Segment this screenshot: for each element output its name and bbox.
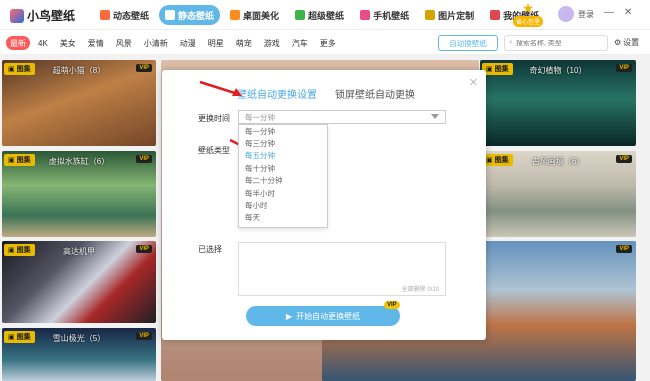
super-icon [295,10,306,20]
interval-option[interactable]: 每天 [239,212,327,224]
dialog-tabs: 壁纸自动更换设置 锁屏壁纸自动更换 [237,86,415,101]
interval-value: 每一分钟 [245,112,275,122]
nav-label: 桌面美化 [243,10,280,21]
login-label: 登录 [578,9,594,19]
tab-lockscreen-change[interactable]: 锁屏壁纸自动更换 [335,86,415,101]
minimize-icon[interactable]: — [604,7,614,18]
nav-static-wallpaper[interactable]: 静态壁纸 [159,5,221,25]
nav-label: 超级壁纸 [308,10,345,21]
app-window: 小鸟壁纸 动态壁纸 静态壁纸 桌面美化 超级壁纸 手机壁纸 图片定制 ★ 省心包… [0,0,650,381]
selected-count: 0/10 [427,287,439,293]
category-list: 最新 4K 美女 爱情 风景 小清新 动漫 明星 萌宠 游戏 汽车 更多 [6,36,340,50]
avatar [558,6,574,22]
settings-button[interactable]: ⚙ 设置 [614,37,639,48]
nav-image-custom[interactable]: 图片定制 [419,5,480,25]
app-name: 小鸟壁纸 [27,9,76,23]
phone-icon [360,10,371,20]
category-item[interactable]: 4K [34,36,52,50]
interval-option[interactable]: 每小时 [239,199,327,211]
promo-badge[interactable]: ★ 省心包里 [508,0,548,30]
nav-super-wallpaper[interactable]: 超级壁纸 [289,5,350,25]
interval-select[interactable]: 每一分钟 [238,110,446,124]
interval-option[interactable]: 每十分钟 [239,162,327,174]
nav-phone-wallpaper[interactable]: 手机壁纸 [354,5,415,25]
login-area[interactable]: 登录 [558,6,594,22]
gift-icon: ★ [521,0,535,16]
interval-option[interactable]: 每半小时 [239,187,327,199]
nav-label: 图片定制 [438,10,475,21]
nav-label: 静态壁纸 [178,10,215,21]
search-box[interactable]: ⌕ [504,35,608,51]
heart-icon [490,10,501,20]
category-item[interactable]: 最新 [6,36,30,50]
interval-option[interactable]: 每二十分钟 [239,175,327,187]
category-item[interactable]: 萌宠 [232,36,256,50]
chevron-down-icon [431,114,439,119]
category-item[interactable]: 爱情 [84,36,108,50]
play-icon: ▶ [285,311,293,321]
auto-change-button[interactable]: 自动换壁纸 [438,35,498,51]
interval-option[interactable]: 每五分钟 [239,150,327,162]
category-item[interactable]: 小清新 [140,36,172,50]
category-item[interactable]: 明星 [204,36,228,50]
search-input[interactable] [515,39,596,47]
category-item[interactable]: 动漫 [176,36,200,50]
start-auto-change-button[interactable]: ▶ 开始自动更换壁纸 [246,306,400,326]
nav-dynamic-wallpaper[interactable]: 动态壁纸 [94,5,155,25]
image-icon [425,10,436,20]
category-item[interactable]: 美女 [56,36,80,50]
promo-label: 省心包里 [512,16,543,27]
window-controls: — ✕ [604,7,632,18]
selected-box: 全部删除 0/10 [238,242,446,296]
category-bar: 最新 4K 美女 爱情 风景 小清新 动漫 明星 萌宠 游戏 汽车 更多 自动换… [0,31,650,55]
interval-label: 更换时间 [198,114,230,123]
gear-icon: ⚙ [614,38,622,47]
nav-desktop-beautify[interactable]: 桌面美化 [224,5,285,25]
bird-logo-icon [10,8,24,23]
clear-all-count[interactable]: 全部删除 0/10 [402,284,439,293]
settings-label: 设置 [623,38,640,47]
title-bar: 小鸟壁纸 动态壁纸 静态壁纸 桌面美化 超级壁纸 手机壁纸 图片定制 ★ 省心包… [0,0,650,30]
close-icon[interactable]: ✕ [469,76,478,89]
auto-change-dialog: ✕ 壁纸自动更换设置 锁屏壁纸自动更换 更换时间 每一分钟 壁纸类型 每一分钟 … [162,70,486,340]
start-label: 开始自动更换壁纸 [296,311,361,321]
category-item[interactable]: 更多 [316,36,340,50]
vip-badge: VIP [384,301,400,309]
interval-dropdown: 每一分钟 每三分钟 每五分钟 每十分钟 每二十分钟 每半小时 每小时 每天 [238,124,328,228]
dynamic-icon [100,10,110,20]
nav-label: 动态壁纸 [113,10,150,21]
main-nav: 动态壁纸 静态壁纸 桌面美化 超级壁纸 手机壁纸 图片定制 [94,5,545,25]
nav-label: 手机壁纸 [373,10,410,21]
category-item[interactable]: 汽车 [288,36,312,50]
selected-label: 已选择 [198,245,222,254]
desktop-icon [230,10,241,20]
interval-option[interactable]: 每一分钟 [239,125,327,137]
category-item[interactable]: 风景 [112,36,136,50]
static-icon [165,10,176,20]
search-icon: ⌕ [509,39,513,46]
category-item[interactable]: 游戏 [260,36,284,50]
tab-auto-change[interactable]: 壁纸自动更换设置 [237,86,317,101]
app-logo: 小鸟壁纸 [10,7,75,24]
interval-option[interactable]: 每三分钟 [239,137,327,149]
close-icon[interactable]: ✕ [624,7,632,18]
clear-all-label: 全部删除 [401,287,426,293]
type-label: 壁纸类型 [198,146,230,155]
